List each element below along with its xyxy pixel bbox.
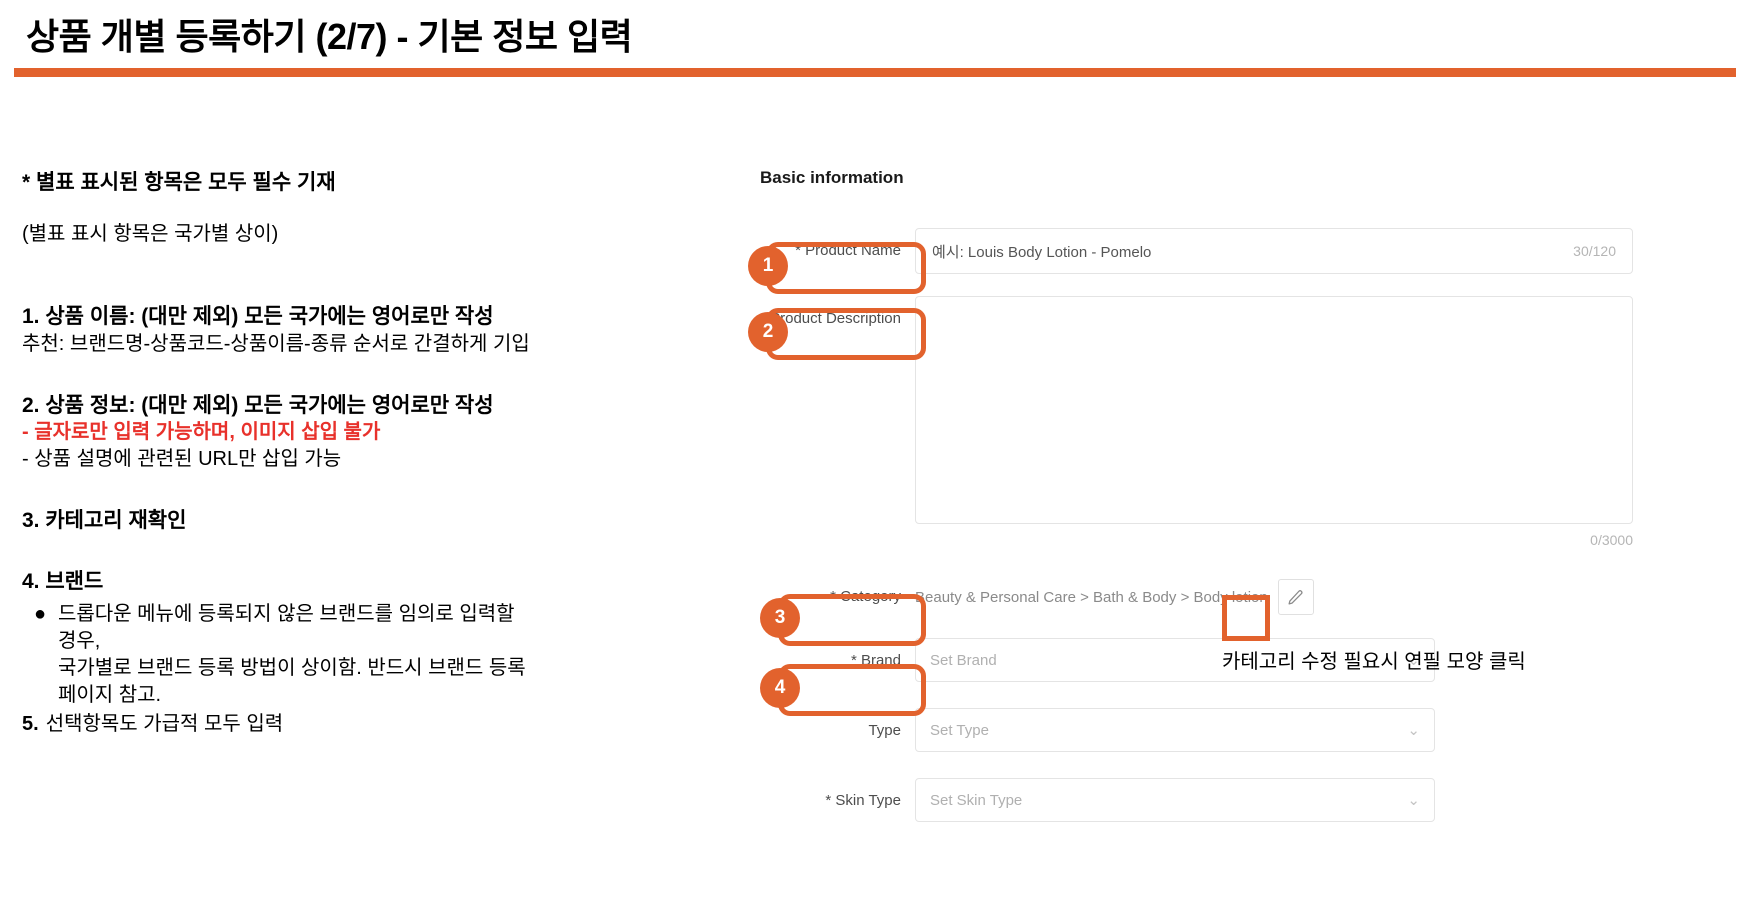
skin-type-placeholder: Set Skin Type [930,791,1023,809]
product-name-field-wrap: 예시: Louis Body Lotion - Pomelo 30/120 [915,228,1650,274]
annotation-badge-1: 1 [748,246,788,286]
note-required-fields: * 별표 표시된 항목은 모두 필수 기재 [22,171,336,194]
annotation-badge-3: 3 [760,598,800,638]
section-5-line: 5. 선택항목도 가급적 모두 입력 [22,711,722,738]
annotation-badge-2: 2 [748,312,788,352]
product-name-input[interactable]: 예시: Louis Body Lotion - Pomelo 30/120 [915,228,1633,274]
category-value-text: Beauty & Personal Care > Bath & Body > B… [915,588,1268,606]
section-5-number: 5. [22,713,39,736]
section-2-warning: - 글자로만 입력 가능하며, 이미지 삽입 불가 [22,420,381,443]
annotation-badge-4: 4 [760,668,800,708]
title-underline-rule [14,68,1736,77]
section-5-text: 선택항목도 가급적 모두 입력 [45,713,284,736]
basic-information-form: Basic information * Product Name 예시: Lou… [760,168,1650,824]
section-1-heading: 1. 상품 이름: (대만 제외) 모든 국가에는 영어로만 작성 [22,305,494,329]
type-field-wrap: Set Type ⌄ [915,708,1650,752]
chevron-down-icon: ⌄ [1407,792,1420,809]
note-varies-by-country: (별표 표시 항목은 국가별 상이) [22,223,279,246]
left-instructions-panel: * 별표 표시된 항목은 모두 필수 기재 (별표 표시 항목은 국가별 상이)… [22,170,722,738]
category-row: * Category Beauty & Personal Care > Bath… [760,574,1650,620]
pencil-annotation-text: 카테고리 수정 필요시 연필 모양 클릭 [1222,651,1526,673]
skin-type-label: * Skin Type [825,792,901,809]
category-field-wrap: Beauty & Personal Care > Bath & Body > B… [915,574,1650,620]
pencil-icon[interactable] [1277,579,1314,615]
section-4-heading: 4. 브랜드 [22,570,104,594]
skin-type-field-wrap: Set Skin Type ⌄ [915,778,1650,822]
type-row: Type Set Type ⌄ [760,708,1650,754]
section-1-subtext: 추천: 브랜드명-상품코드-상품이름-종류 순서로 간결하게 기입 [22,332,530,355]
product-name-counter: 30/120 [1573,243,1616,259]
product-name-row: * Product Name 예시: Louis Body Lotion - P… [760,228,1650,274]
category-value-group: Beauty & Personal Care > Bath & Body > B… [915,574,1650,620]
product-description-counter: 0/3000 [1590,532,1633,548]
section-4-bullet-text: 드롭다운 메뉴에 등록되지 않은 브랜드를 임의로 입력할 경우, 국가별로 브… [58,603,526,707]
basic-information-title: Basic information [760,168,904,187]
section-4-bullet-item: ● 드롭다운 메뉴에 등록되지 않은 브랜드를 임의로 입력할 경우, 국가별로… [22,601,722,709]
type-label: Type [868,722,901,739]
chevron-down-icon: ⌄ [1407,722,1420,739]
section-2-subtext: - 상품 설명에 관련된 URL만 삽입 가능 [22,447,342,470]
product-description-textarea[interactable] [915,296,1633,524]
section-3-heading: 3. 카테고리 재확인 [22,508,187,532]
skin-type-row: * Skin Type Set Skin Type ⌄ [760,778,1650,824]
type-select[interactable]: Set Type ⌄ [915,708,1435,752]
product-description-field-wrap: 0/3000 [915,296,1650,548]
skin-type-select[interactable]: Set Skin Type ⌄ [915,778,1435,822]
product-name-placeholder: 예시: Louis Body Lotion - Pomelo [932,243,1152,261]
page-title: 상품 개별 등록하기 (2/7) - 기본 정보 입력 [26,16,633,57]
section-2-heading: 2. 상품 정보: (대만 제외) 모든 국가에는 영어로만 작성 [22,393,494,417]
product-description-row: * Product Description 0/3000 [760,296,1650,548]
type-placeholder: Set Type [930,721,989,739]
bullet-dot-icon: ● [33,603,47,626]
brand-placeholder: Set Brand [930,651,997,669]
